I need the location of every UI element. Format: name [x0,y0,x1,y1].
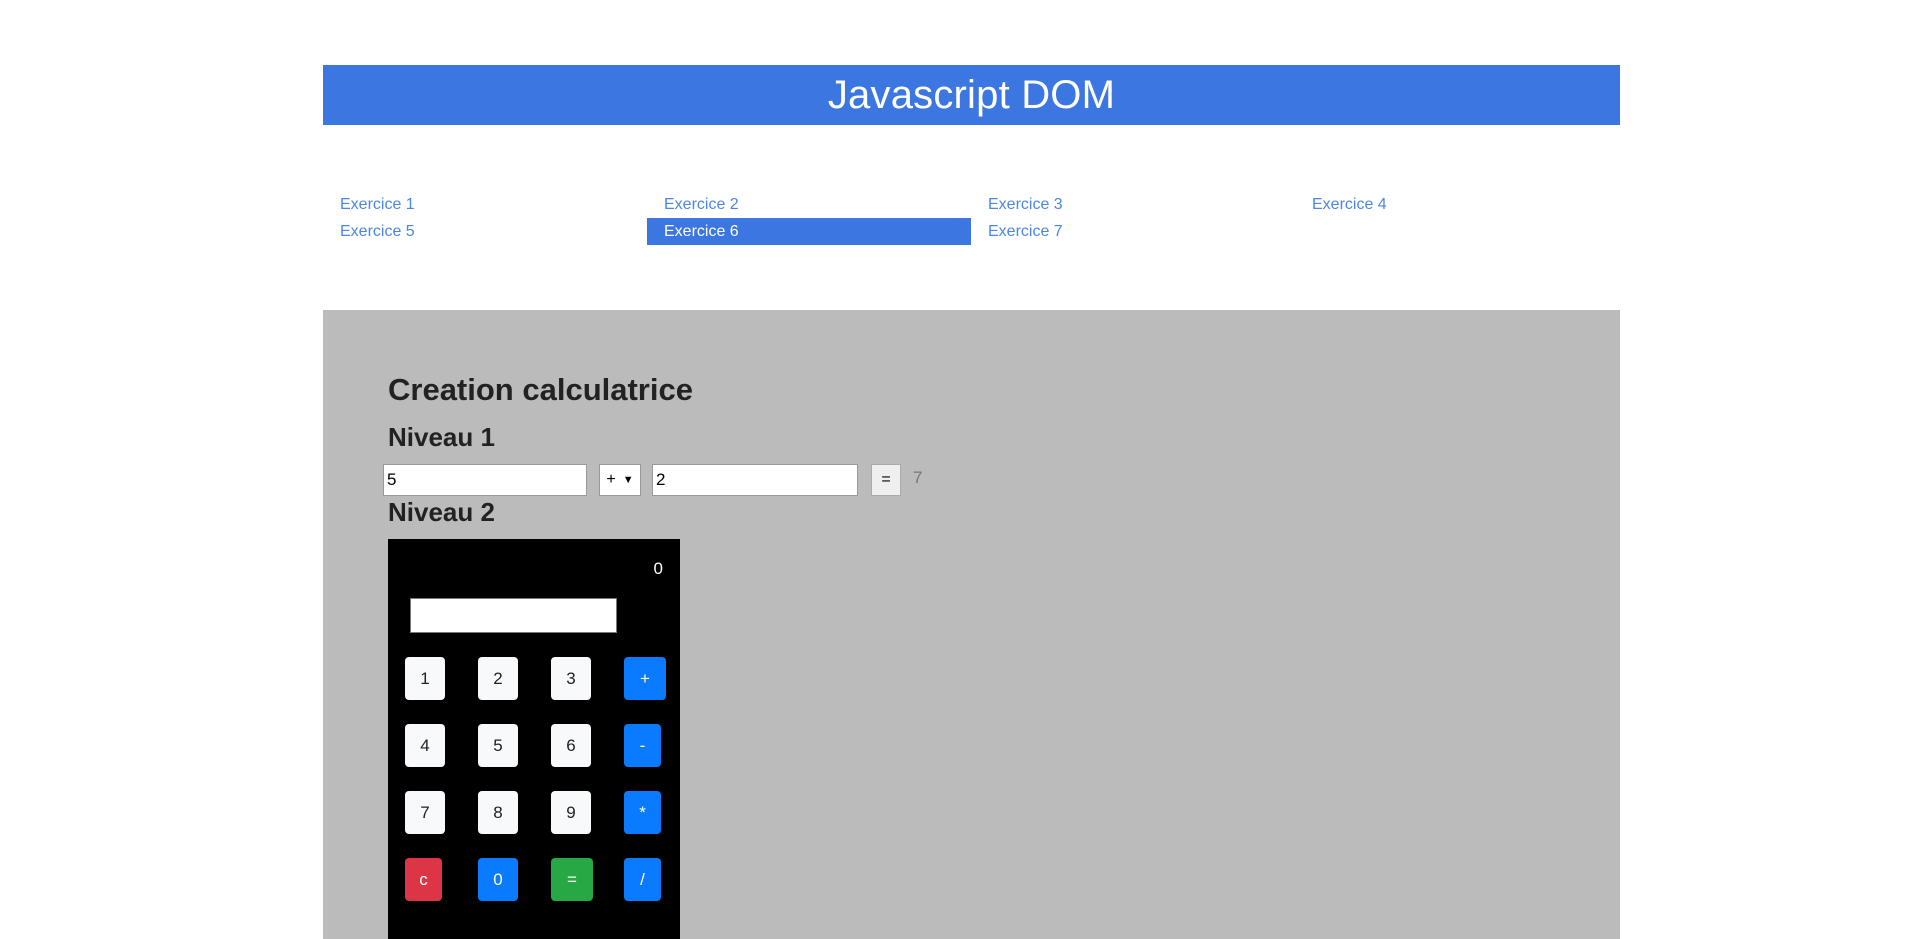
nav-exercice-6[interactable]: Exercice 6 [647,218,971,245]
calculator: 0 1 2 3 + 4 5 6 - 7 8 9 * c 0 = / [388,539,680,939]
nav-exercice-4[interactable]: Exercice 4 [1295,191,1619,218]
key-minus[interactable]: - [624,724,661,767]
key-divide[interactable]: / [624,858,661,901]
page-title: Javascript DOM [827,72,1116,117]
exercise-panel: Creation calculatrice Niveau 1 + ▼ = 7 N… [323,310,1620,939]
level2-heading: Niveau 2 [388,497,495,527]
header-banner: Javascript DOM [323,65,1620,125]
key-multiply[interactable]: * [624,791,661,834]
nav-exercice-3[interactable]: Exercice 3 [971,191,1295,218]
key-6[interactable]: 6 [551,724,591,767]
level1-heading: Niveau 1 [388,422,495,452]
calculator-input[interactable] [410,598,617,633]
exercise-nav: Exercice 1 Exercice 2 Exercice 3 Exercic… [323,191,1620,245]
key-equals[interactable]: = [551,858,593,901]
nav-exercice-5[interactable]: Exercice 5 [323,218,647,245]
key-2[interactable]: 2 [478,657,518,700]
caret-down-icon: ▼ [622,474,634,486]
operator-value: + [606,471,616,488]
operand-a-input[interactable] [383,464,587,496]
operator-select[interactable]: + ▼ [599,464,641,496]
key-5[interactable]: 5 [478,724,518,767]
nav-exercice-1[interactable]: Exercice 1 [323,191,647,218]
section-title: Creation calculatrice [388,372,693,407]
page-container: Javascript DOM Exercice 1 Exercice 2 Exe… [323,0,1620,939]
key-1[interactable]: 1 [405,657,445,700]
nav-exercice-2[interactable]: Exercice 2 [647,191,971,218]
key-4[interactable]: 4 [405,724,445,767]
key-9[interactable]: 9 [551,791,591,834]
key-3[interactable]: 3 [551,657,591,700]
key-plus[interactable]: + [624,657,666,700]
key-8[interactable]: 8 [478,791,518,834]
calculator-display: 0 [653,559,663,578]
equals-button[interactable]: = [871,464,901,496]
key-7[interactable]: 7 [405,791,445,834]
key-clear[interactable]: c [405,858,442,901]
nav-exercice-7[interactable]: Exercice 7 [971,218,1295,245]
operand-b-input[interactable] [652,464,858,496]
key-0[interactable]: 0 [478,858,518,901]
result-value: 7 [913,468,923,487]
